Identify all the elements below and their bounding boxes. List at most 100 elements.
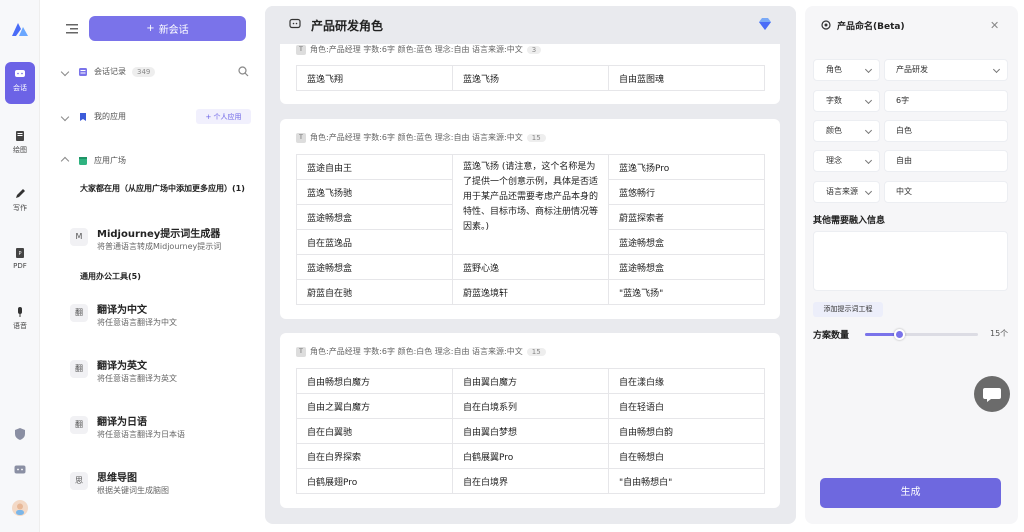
field-role-select[interactable]: 产品研发 [884,59,1008,81]
field-label: 角色 [826,65,842,74]
slider-handle[interactable] [894,329,905,340]
name-cell[interactable]: 蓝途畅想盒 [296,204,453,230]
name-cell[interactable]: 蓝途畅想盒 [608,229,765,255]
add-personal-app-button[interactable]: + 个人应用 [196,109,251,124]
name-cell[interactable]: 自在白翼驰 [296,418,453,444]
name-cell[interactable]: 蓝野心逸 [452,254,609,280]
table-row: 蓝逸飞翔 蓝逸飞扬 自由蓝图魂 [296,65,765,91]
app-item-translate-ja[interactable]: 翻 翻译为日语 将任意语言翻译为日本语 [70,413,255,453]
name-cell[interactable]: 蓝逸飞扬驰 [296,179,453,205]
name-cell[interactable]: 蔚蓝自在驰 [296,279,453,305]
main-area: T 角色:产品经理 字数:6字 颜色:蓝色 理念:自由 语言来源:中文 3 蓝逸… [265,6,796,524]
table-row: 蓝途自由王 蓝逸飞扬 (请注意，这个名称是为了提供一个创意示例，具体是否适用于某… [296,154,765,255]
search-icon[interactable] [238,66,249,77]
text-tag-icon: T [296,44,306,55]
generate-button[interactable]: 生成 [820,478,1001,508]
rail-item-chat[interactable]: 会话 [5,62,35,104]
app-name: 翻译为中文 [97,305,147,316]
name-cell[interactable]: 自由翼白梦想 [452,418,609,444]
feedback-chat-button[interactable] [974,376,1010,412]
name-cell-note[interactable]: 蓝逸飞扬 (请注意，这个名称是为了提供一个创意示例，具体是否适用于某产品还需要考… [452,154,609,255]
meta-text: 角色:产品经理 字数:6字 颜色:蓝色 理念:自由 语言来源:中文 [310,45,523,54]
name-cell[interactable]: 自在白界探索 [296,443,453,469]
chevron-up-icon [60,156,70,165]
field-label: 颜色 [826,126,842,135]
count-slider[interactable] [865,329,978,340]
name-cell[interactable]: 自在白境系列 [452,393,609,419]
name-cell[interactable]: 自由蓝图魂 [608,65,765,91]
name-cell[interactable]: 自由畅想白韵 [608,418,765,444]
name-cell[interactable]: 自在漾白缘 [608,368,765,394]
text-tag-icon: T [296,132,306,143]
name-cell[interactable]: 蓝悠畅行 [608,179,765,205]
name-cell[interactable]: 白鹤展翅Pro [296,468,453,494]
name-cell[interactable]: 蓝逸飞扬 [452,65,609,91]
name-cell[interactable]: 蓝逸飞扬Pro [608,154,765,180]
field-color-input[interactable]: 白色 [884,120,1008,142]
name-cell[interactable]: 自在轻语白 [608,393,765,419]
app-item-translate-en[interactable]: 翻 翻译为英文 将任意语言翻译为英文 [70,357,255,397]
app-item-translate-zh[interactable]: 翻 翻译为中文 将任意语言翻译为中文 [70,301,255,341]
rail-item-draw[interactable]: 绘图 [5,124,35,166]
name-cell[interactable]: 蓝途畅想盒 [296,254,453,280]
rail-item-voice[interactable]: 语音 [5,300,35,342]
section-history[interactable]: 会话记录 349 [60,66,156,77]
shield-icon[interactable] [13,427,27,441]
name-cell[interactable]: 蓝途畅想盒 [608,254,765,280]
name-cell[interactable]: "蓝逸飞扬" [608,279,765,305]
chevron-down-icon [864,126,873,135]
rail-item-pdf[interactable]: P PDF [5,241,35,283]
extra-info-textarea[interactable] [813,231,1008,291]
field-label: 语言来源 [826,187,858,196]
app-desc: 根据关键词生成脑图 [97,486,169,495]
app-logo[interactable] [10,20,30,40]
app-item-midjourney[interactable]: M Midjourney提示词生成器 将普通语言转成Midjourney提示词 [70,225,255,265]
name-cell[interactable]: "自由畅想白" [608,468,765,494]
app-desc: 将任意语言翻译为日本语 [97,430,185,439]
field-wordcount-input[interactable]: 6字 [884,90,1008,112]
name-cell[interactable]: 蔚蓝逸境轩 [452,279,609,305]
name-cell[interactable]: 蓝逸飞翔 [296,65,453,91]
name-cell[interactable]: 蓝途自由王 [296,154,453,180]
close-icon[interactable]: ✕ [990,19,999,32]
table-row: 自由之翼白魔方 自在白境系列 自在轻语白 [296,393,765,419]
chevron-down-icon [60,67,70,76]
avatar[interactable] [12,500,28,516]
name-cell[interactable]: 自在蓝逸品 [296,229,453,255]
name-cell[interactable]: 自在畅想白 [608,443,765,469]
field-wordcount-label[interactable]: 字数 [813,90,880,112]
table-row: 白鹤展翅Pro 自在白境界 "自由畅想白" [296,468,765,494]
diamond-icon[interactable] [758,17,772,31]
collapse-sidebar-icon[interactable] [66,24,78,34]
count-label: 方案数量 [813,331,850,341]
rail-item-label: 语音 [13,322,27,330]
message-icon[interactable] [13,463,27,477]
name-cell[interactable]: 自在白境界 [452,468,609,494]
section-app-store[interactable]: 应用广场 [60,155,126,166]
field-color-label[interactable]: 颜色 [813,120,880,142]
new-chat-button[interactable]: + 新会话 [89,16,246,41]
name-cell[interactable]: 自由翼白魔方 [452,368,609,394]
field-language-input[interactable]: 中文 [884,181,1008,203]
chevron-down-icon [864,65,873,74]
field-concept-input[interactable]: 自由 [884,150,1008,172]
name-cell[interactable]: 自由之翼白魔方 [296,393,453,419]
section-my-apps[interactable]: 我的应用 [60,111,126,122]
name-cell[interactable]: 自由畅想白魔方 [296,368,453,394]
add-prompt-button[interactable]: 添加提示词工程 [813,302,883,317]
plus-icon: + [146,23,155,34]
chevron-down-icon [864,96,873,105]
app-item-mindmap[interactable]: 思 思维导图 根据关键词生成脑图 [70,469,255,509]
field-value: 6字 [896,96,910,105]
name-cell[interactable]: 白鹤展翼Pro [452,443,609,469]
name-cell[interactable]: 蔚蓝探索者 [608,204,765,230]
field-role-label[interactable]: 角色 [813,59,880,81]
app-avatar: 思 [70,472,88,490]
pdf-icon: P [16,248,24,258]
table-row: 自在白界探索 白鹤展翼Pro 自在畅想白 [296,443,765,469]
rail-item-write[interactable]: 写作 [5,182,35,224]
field-concept-label[interactable]: 理念 [813,150,880,172]
field-language-label[interactable]: 语言来源 [813,181,880,203]
left-rail: 会话 绘图 写作 P PDF 语音 [0,0,40,532]
meta-text: 角色:产品经理 字数:6字 颜色:白色 理念:自由 语言来源:中文 [310,347,523,356]
